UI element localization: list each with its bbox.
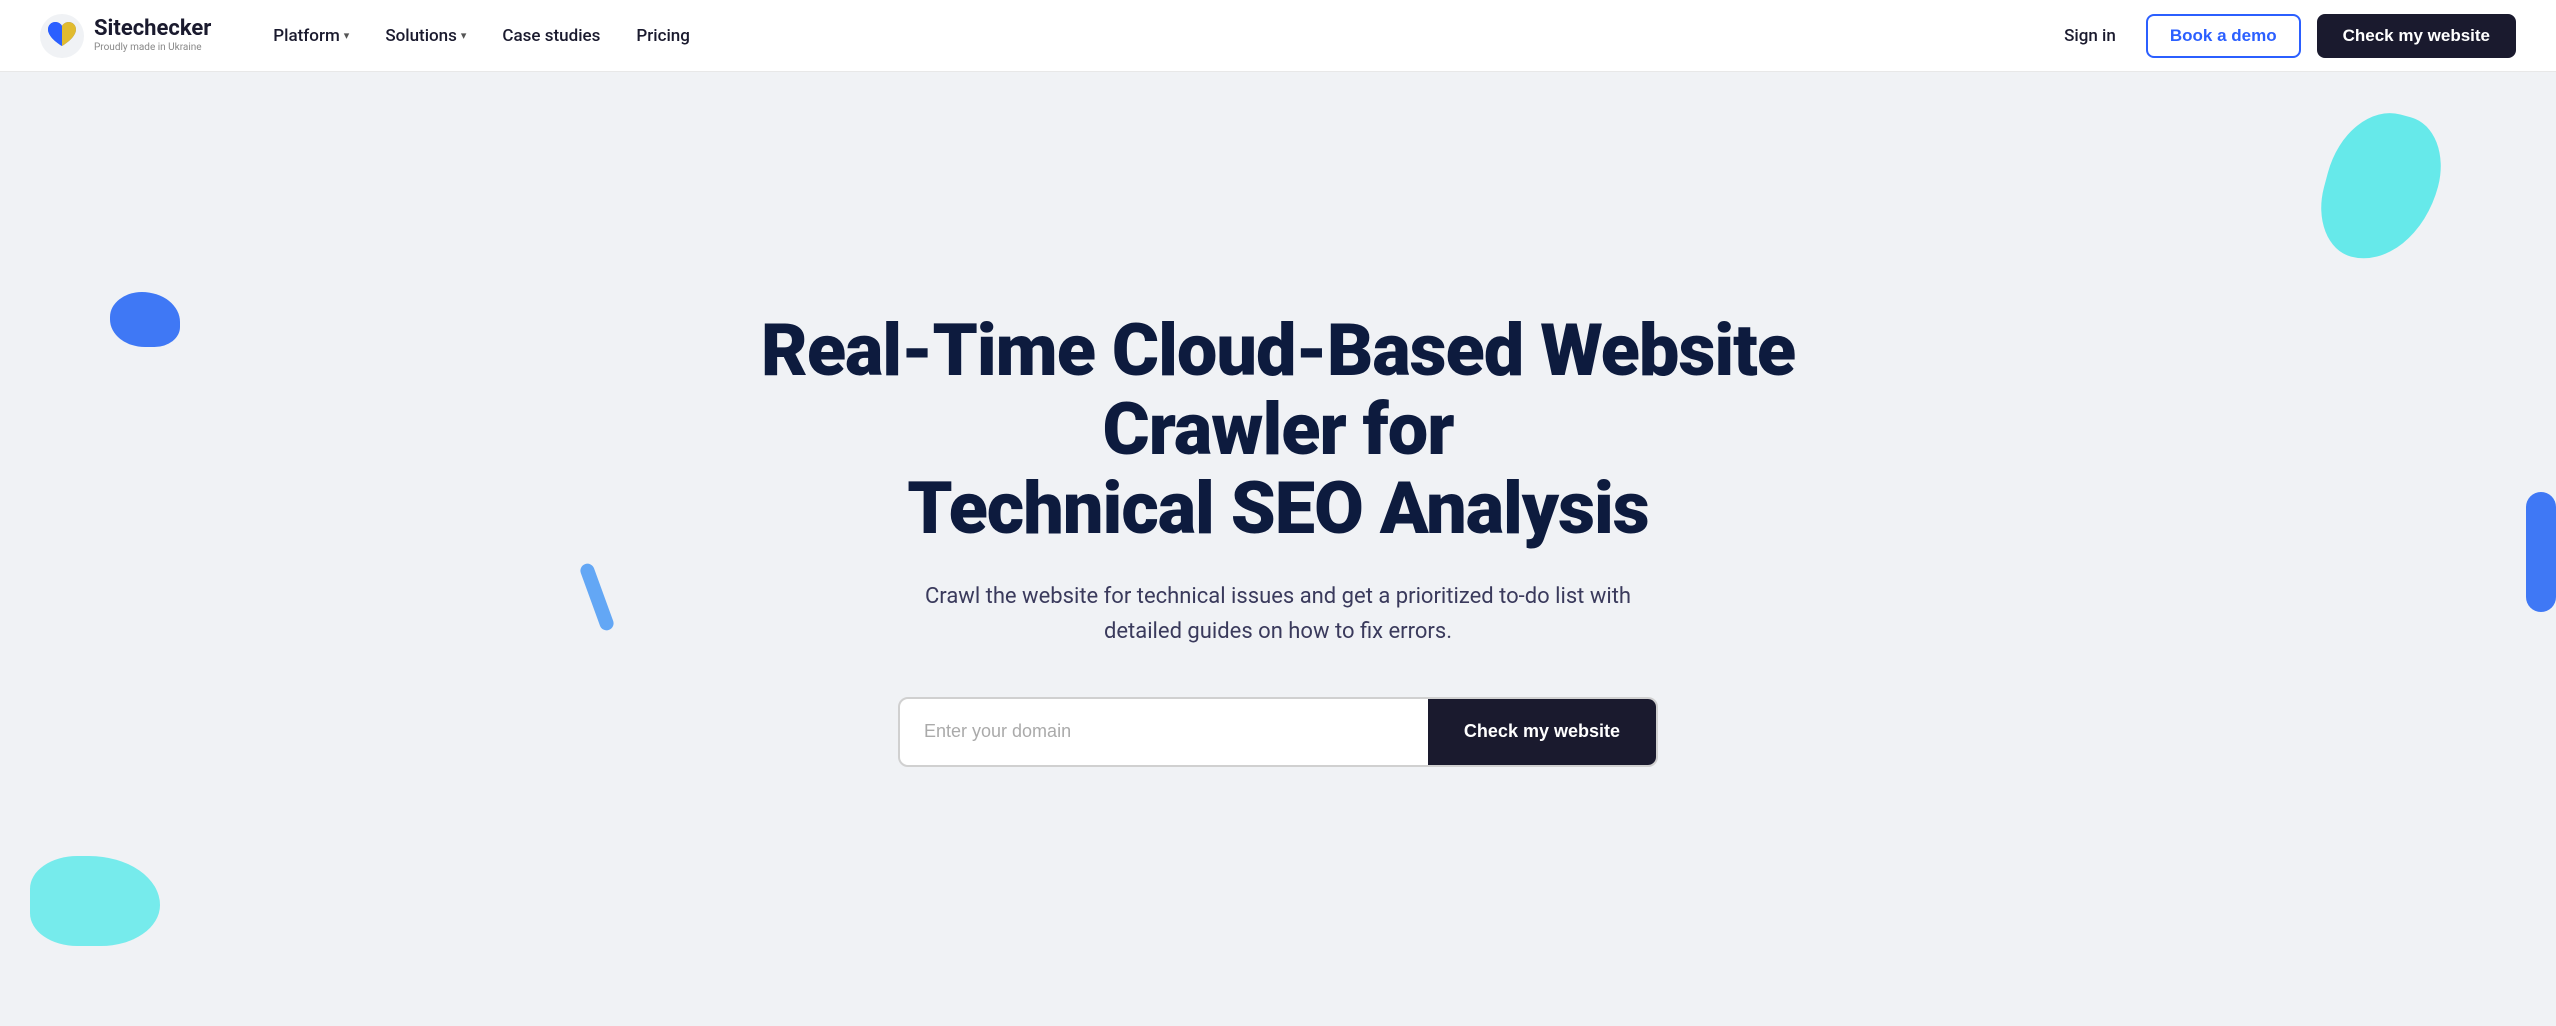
sign-in-button[interactable]: Sign in	[2050, 18, 2130, 54]
brand-name: Sitechecker	[94, 17, 211, 41]
logo-icon	[40, 14, 84, 58]
logo[interactable]: Sitechecker Proudly made in Ukraine	[40, 14, 211, 58]
decorative-blob-cyan-top	[2308, 100, 2453, 273]
nav-pricing[interactable]: Pricing	[622, 18, 704, 54]
decorative-blob-blue-right	[2526, 492, 2556, 612]
nav-solutions[interactable]: Solutions ▾	[371, 18, 480, 54]
hero-title: Real-Time Cloud-Based Website Crawler fo…	[678, 311, 1878, 549]
check-my-website-button-hero[interactable]: Check my website	[1428, 699, 1656, 765]
nav-case-studies[interactable]: Case studies	[488, 18, 614, 54]
hero-content: Real-Time Cloud-Based Website Crawler fo…	[678, 311, 1878, 767]
domain-search-bar: Check my website	[898, 697, 1658, 767]
hero-section: Real-Time Cloud-Based Website Crawler fo…	[0, 72, 2556, 1026]
nav-right: Sign in Book a demo Check my website	[2050, 14, 2516, 58]
decorative-blob-pencil	[578, 562, 615, 633]
brand-tagline: Proudly made in Ukraine	[94, 42, 211, 54]
navbar: Sitechecker Proudly made in Ukraine Plat…	[0, 0, 2556, 72]
book-demo-button[interactable]: Book a demo	[2146, 14, 2301, 58]
domain-input[interactable]	[900, 699, 1428, 765]
check-my-website-button-nav[interactable]: Check my website	[2317, 14, 2516, 58]
chevron-down-icon: ▾	[461, 29, 467, 42]
chevron-down-icon: ▾	[344, 29, 350, 42]
logo-text: Sitechecker Proudly made in Ukraine	[94, 17, 211, 53]
decorative-blob-blue-left	[110, 292, 180, 347]
nav-links: Platform ▾ Solutions ▾ Case studies Pric…	[259, 18, 1154, 54]
hero-subtitle: Crawl the website for technical issues a…	[918, 579, 1638, 649]
decorative-blob-cyan-bottom	[30, 856, 160, 946]
nav-platform[interactable]: Platform ▾	[259, 18, 363, 54]
